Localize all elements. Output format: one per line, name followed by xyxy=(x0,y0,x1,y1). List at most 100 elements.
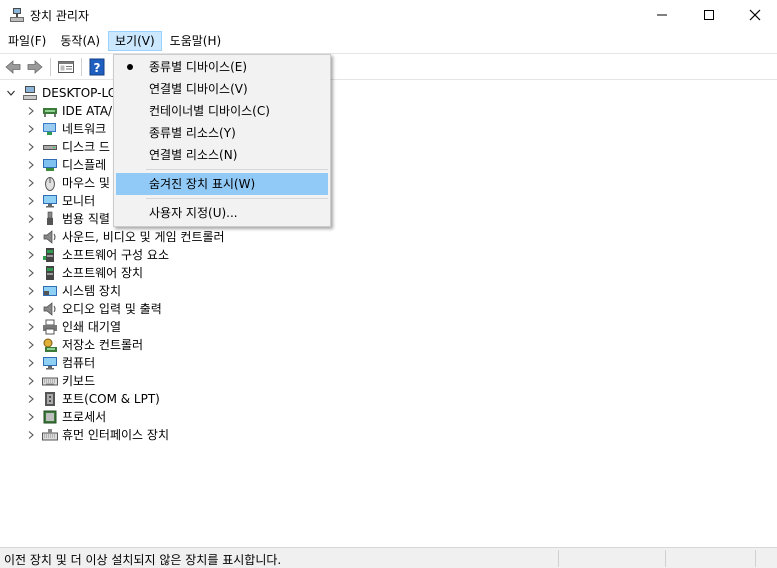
port-icon xyxy=(45,392,55,406)
node-label: IDE ATA/ xyxy=(62,104,113,118)
toolbar-separator xyxy=(81,58,82,76)
status-text: 이전 장치 및 더 이상 설치되지 않은 장치를 표시합니다. xyxy=(4,553,282,567)
system-device-icon xyxy=(43,286,57,296)
chevron-right-icon[interactable] xyxy=(26,196,36,206)
usb-icon xyxy=(47,211,53,225)
tree-node[interactable]: 오디오 입력 및 출력 xyxy=(26,300,162,318)
tree-node[interactable]: 디스플레 xyxy=(26,156,106,174)
chevron-right-icon[interactable] xyxy=(26,160,36,170)
chevron-right-icon[interactable] xyxy=(26,106,36,116)
menu-view[interactable]: 보기(V) xyxy=(108,31,162,51)
chevron-right-icon[interactable] xyxy=(26,268,36,278)
tree-node[interactable]: 포트(COM & LPT) xyxy=(26,390,160,408)
node-label: 휴먼 인터페이스 장치 xyxy=(62,428,169,442)
tree-node[interactable]: IDE ATA/ xyxy=(26,102,112,120)
chevron-right-icon[interactable] xyxy=(26,358,36,368)
menu-item-resources-by-connection[interactable]: 연결별 리소스(N) xyxy=(116,144,328,166)
menu-item-customize[interactable]: 사용자 지정(U)... xyxy=(116,202,328,224)
status-pane-divider xyxy=(755,550,756,567)
tree-node[interactable]: 키보드 xyxy=(26,372,95,390)
svg-text:?: ? xyxy=(94,61,101,75)
maximize-icon xyxy=(704,10,714,20)
minimize-button[interactable] xyxy=(639,0,685,30)
chevron-right-icon[interactable] xyxy=(26,250,36,260)
chevron-right-icon[interactable] xyxy=(26,232,36,242)
software-device-icon xyxy=(46,266,54,280)
tree-node[interactable]: 프로세서 xyxy=(26,408,106,426)
menu-item-label: 종류별 디바이스(E) xyxy=(149,60,248,74)
tree-node[interactable]: 마우스 및 xyxy=(26,174,110,192)
node-label: 범용 직렬 xyxy=(62,212,110,226)
chevron-right-icon[interactable] xyxy=(26,322,36,332)
menu-item-label: 컨테이너별 디바이스(C) xyxy=(149,104,270,118)
menu-action[interactable]: 동작(A) xyxy=(54,31,106,51)
storage-controller-icon xyxy=(43,338,57,352)
tree-node[interactable]: 인쇄 대기열 xyxy=(26,318,121,336)
node-label: 저장소 컨트롤러 xyxy=(62,338,144,352)
node-label: 네트워크 xyxy=(62,122,107,136)
help-icon[interactable]: ? xyxy=(88,58,106,76)
close-icon xyxy=(749,9,761,21)
ide-controller-icon xyxy=(43,108,57,117)
node-label: 디스플레 xyxy=(62,158,107,172)
tree-node[interactable]: 컴퓨터 xyxy=(26,354,95,372)
node-label: 프로세서 xyxy=(62,410,107,424)
hid-icon xyxy=(42,429,58,441)
tree-node[interactable]: 모니터 xyxy=(26,192,95,210)
chevron-right-icon[interactable] xyxy=(26,340,36,350)
tree-node[interactable]: 소프트웨어 구성 요소 xyxy=(26,246,169,264)
tree-node[interactable]: 소프트웨어 장치 xyxy=(26,264,143,282)
chevron-right-icon[interactable] xyxy=(26,430,36,440)
menu-item-devices-by-container[interactable]: 컨테이너별 디바이스(C) xyxy=(116,100,328,122)
back-arrow-icon[interactable] xyxy=(4,58,22,76)
chevron-right-icon[interactable] xyxy=(26,394,36,404)
status-pane-divider xyxy=(558,550,559,567)
toolbar-separator xyxy=(50,58,51,76)
node-label: 소프트웨어 구성 요소 xyxy=(62,248,169,262)
menu-item-devices-by-connection[interactable]: 연결별 디바이스(V) xyxy=(116,78,328,100)
menu-file[interactable]: 파일(F) xyxy=(2,31,52,51)
tree-node[interactable]: 네트워크 xyxy=(26,120,106,138)
tree-node[interactable]: 범용 직렬 xyxy=(26,210,110,228)
menu-separator xyxy=(146,198,328,199)
chevron-right-icon[interactable] xyxy=(26,124,36,134)
tree-node[interactable]: 저장소 컨트롤러 xyxy=(26,336,143,354)
chevron-right-icon[interactable] xyxy=(26,286,36,296)
chevron-right-icon[interactable] xyxy=(26,214,36,224)
software-component-icon xyxy=(43,248,54,262)
status-bar: 이전 장치 및 더 이상 설치되지 않은 장치를 표시합니다. xyxy=(0,547,777,568)
computer-icon xyxy=(43,357,57,370)
tree-node[interactable]: 사운드, 비디오 및 게임 컨트롤러 xyxy=(26,228,225,246)
menu-item-show-hidden-devices[interactable]: 숨겨진 장치 표시(W) xyxy=(116,173,328,195)
status-pane-divider xyxy=(665,550,666,567)
chevron-right-icon[interactable] xyxy=(26,412,36,422)
menu-item-resources-by-type[interactable]: 종류별 리소스(Y) xyxy=(116,122,328,144)
chevron-right-icon[interactable] xyxy=(26,376,36,386)
tree-node[interactable]: 디스크 드 xyxy=(26,138,110,156)
tree-node[interactable]: 휴먼 인터페이스 장치 xyxy=(26,426,169,444)
speaker-icon xyxy=(43,230,56,244)
maximize-button[interactable] xyxy=(686,0,732,30)
node-label: 포트(COM & LPT) xyxy=(62,392,160,406)
close-button[interactable] xyxy=(732,0,777,30)
monitor-icon xyxy=(43,195,57,208)
menu-help[interactable]: 도움말(H) xyxy=(164,31,228,51)
forward-arrow-icon[interactable] xyxy=(26,58,44,76)
node-label: 마우스 및 xyxy=(62,176,110,190)
properties-icon[interactable] xyxy=(57,58,75,76)
view-menu-dropdown: 종류별 디바이스(E) 연결별 디바이스(V) 컨테이너별 디바이스(C) 종류… xyxy=(113,54,331,227)
computer-root-icon xyxy=(23,86,37,100)
chevron-right-icon[interactable] xyxy=(26,142,36,152)
window-title: 장치 관리자 xyxy=(30,9,90,23)
title-bar: 장치 관리자 xyxy=(0,0,777,30)
node-label: 키보드 xyxy=(62,374,96,388)
chevron-right-icon[interactable] xyxy=(26,304,36,314)
node-label: 컴퓨터 xyxy=(62,356,96,370)
menu-item-label: 연결별 디바이스(V) xyxy=(149,82,248,96)
tree-root[interactable]: DESKTOP-LO xyxy=(6,84,117,102)
menu-item-devices-by-type[interactable]: 종류별 디바이스(E) xyxy=(116,56,328,78)
chevron-down-icon[interactable] xyxy=(6,88,16,98)
tree-node[interactable]: 시스템 장치 xyxy=(26,282,121,300)
device-manager-icon xyxy=(10,8,24,22)
chevron-right-icon[interactable] xyxy=(26,178,36,188)
